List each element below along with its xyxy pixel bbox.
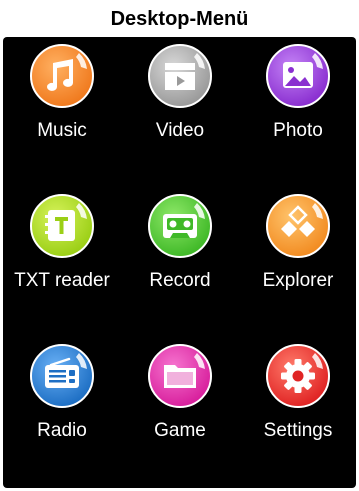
app-tile-game[interactable]: Game [121,337,239,487]
app-tile-record[interactable]: Record [121,187,239,337]
app-tile-video[interactable]: Video [121,37,239,187]
app-label-txt-reader: TXT reader [14,270,110,291]
text-document-icon [29,193,95,259]
app-label-record: Record [149,270,211,291]
radio-icon [29,343,95,409]
music-note-icon [29,43,95,109]
app-tile-photo[interactable]: Photo [239,37,356,187]
app-label-settings: Settings [263,420,333,441]
app-label-radio: Radio [37,420,87,441]
image-icon [265,43,331,109]
desktop-menu-screen: Music Video Photo TXT reader Record Expl… [3,37,356,488]
app-label-explorer: Explorer [262,270,334,291]
app-label-music: Music [37,120,87,141]
page-title: Desktop-Menü [110,8,249,30]
cassette-icon [147,193,213,259]
gear-icon [265,343,331,409]
folder-icon [147,343,213,409]
app-tile-music[interactable]: Music [3,37,121,187]
film-clapper-icon [147,43,213,109]
diamonds-icon [265,193,331,259]
app-tile-settings[interactable]: Settings [239,337,356,487]
app-label-video: Video [155,120,205,141]
app-tile-explorer[interactable]: Explorer [239,187,356,337]
app-tile-txt-reader[interactable]: TXT reader [3,187,121,337]
app-tile-radio[interactable]: Radio [3,337,121,487]
app-label-game: Game [154,420,206,441]
app-label-photo: Photo [273,120,323,141]
